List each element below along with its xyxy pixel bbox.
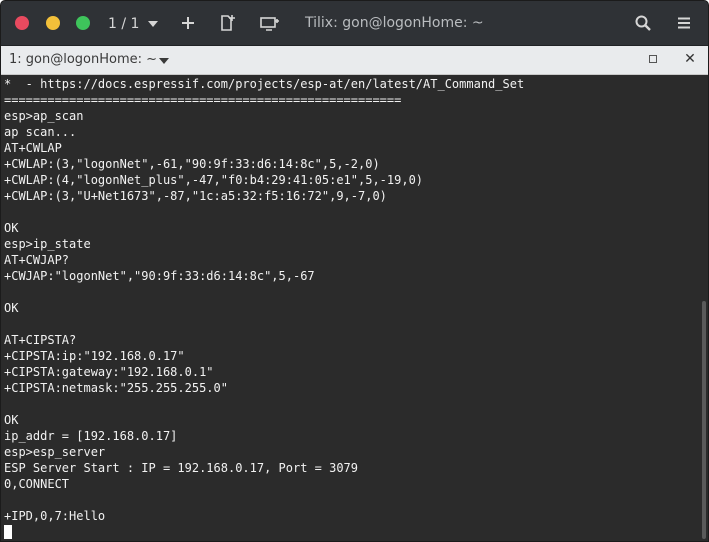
search-icon [635,15,651,31]
terminal-line: AT+CWJAP? [4,253,70,267]
terminal-line: +CIPSTA:gateway:"192.168.0.1" [4,365,214,379]
maximize-window-button[interactable] [76,16,90,30]
close-icon [15,16,29,30]
terminal-line: AT+CIPSTA? [4,333,77,347]
terminal-line: 0,CONNECT [4,477,70,491]
terminal-line: +CWLAP:(3,"logonNet",-61,"90:9f:33:d6:14… [4,157,380,171]
new-session-button[interactable] [216,12,238,34]
terminal-line: ap scan... [4,125,77,139]
sync-input-icon [260,17,279,31]
terminal-line: OK [4,301,19,315]
scrollbar[interactable] [702,301,706,539]
terminal-line: * - https://docs.espressif.com/projects/… [4,77,525,91]
close-icon[interactable]: ✕ [683,51,697,67]
terminal-title[interactable]: 1: gon@logonHome: ~ [9,52,157,67]
terminal-line: +CIPSTA:ip:"192.168.0.17" [4,349,185,363]
close-window-button[interactable] [15,16,29,30]
minimize-icon [46,16,60,30]
terminal-line: AT+CWLAP [4,141,62,155]
session-switcher[interactable]: 1 / 1 [108,13,159,35]
sync-input-button[interactable] [258,12,280,34]
terminal-title-bar: 1: gon@logonHome: ~ ✕ [1,46,708,75]
terminal-line: +CIPSTA:netmask:"255.255.255.0" [4,381,228,395]
terminal-line: OK [4,221,19,235]
terminal-line: OK [4,413,19,427]
terminal-output[interactable]: * - https://docs.espressif.com/projects/… [1,75,708,541]
window-title: Tilix: gon@logonHome: ~ [305,15,484,31]
minimize-window-button[interactable] [46,16,60,30]
search-button[interactable] [632,12,654,34]
terminal-line: esp>ap_scan [4,109,84,123]
session-counter: 1 / 1 [108,16,140,32]
chevron-down-icon[interactable] [159,58,169,64]
terminal-line: ip_addr = [192.168.0.17] [4,429,178,443]
terminal-line: +CWLAP:(3,"U+Net1673",-87,"1c:a5:32:f5:1… [4,189,387,203]
add-session-icon [221,15,235,31]
terminal-line: esp>esp_server [4,445,106,459]
menu-button[interactable] [673,12,695,34]
terminal-line: +IPD,0,7:Hello [4,509,106,523]
hamburger-menu-icon [678,17,690,29]
terminal-line: +CWJAP:"logonNet","90:9f:33:d6:14:8c",5,… [4,269,315,283]
terminal-line: ESP Server Start : IP = 192.168.0.17, Po… [4,461,359,475]
terminal-line: esp>ip_state [4,237,91,251]
plus-icon [182,17,194,29]
terminal-text: * - https://docs.espressif.com/projects/… [4,76,524,539]
terminal-line: ========================================… [4,93,402,107]
terminal-line: +CWLAP:(4,"logonNet_plus",-47,"f0:b4:29:… [4,173,424,187]
tilix-window: 1 / 1 Tilix: gon@logonHome: ~ 1: gon@log… [0,0,709,542]
maximize-pane-icon[interactable] [649,55,657,63]
terminal-cursor [4,525,12,539]
add-terminal-button[interactable] [177,12,199,34]
header-bar: 1 / 1 Tilix: gon@logonHome: ~ [1,1,708,46]
maximize-icon [76,16,90,30]
chevron-down-icon [148,21,159,27]
